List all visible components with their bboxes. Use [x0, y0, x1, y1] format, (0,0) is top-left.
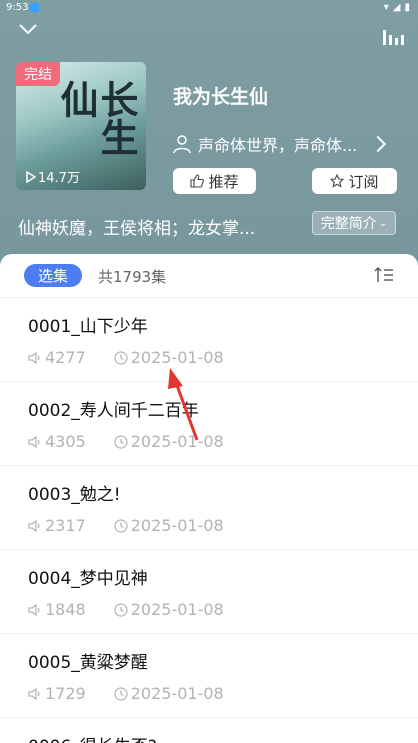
cover-play-count: 14.7万: [26, 167, 80, 186]
episode-title: 0005_黄粱梦醒: [28, 653, 148, 673]
chevron-right-icon: [376, 135, 387, 153]
status-time: 9:53: [6, 2, 29, 13]
speaker-icon: [28, 351, 40, 364]
subscribe-label: 订阅: [348, 172, 379, 191]
clock-icon: [114, 686, 128, 701]
episode-title: 0002_寿人间千二百年: [28, 401, 199, 421]
recommend-button[interactable]: 推荐: [173, 168, 256, 194]
recommend-label: 推荐: [208, 172, 239, 191]
speaker-icon: [28, 603, 40, 616]
episode-plays: 1848: [45, 600, 86, 619]
episode-date: 2025-01-08: [130, 600, 224, 619]
battery-icon: ▮: [404, 2, 410, 13]
episode-plays: 2317: [45, 516, 86, 535]
wifi-icon: ▾: [383, 2, 389, 13]
chevron-down-icon: ⌄: [378, 217, 388, 229]
episode-date: 2025-01-08: [130, 432, 224, 451]
status-bar: 9:53 ▾ ◢ ▮: [0, 0, 418, 16]
episode-tabbar: 选集 共1793集: [0, 254, 418, 298]
author-name: 声命体世界，声命体...: [198, 136, 358, 155]
book-intro: 仙神妖魔，王侯将相；龙女掌...: [18, 219, 256, 239]
episode-meta: 2317 2025-01-08: [28, 516, 224, 535]
speaker-icon: [28, 687, 40, 700]
episode-item[interactable]: 0006_得长生否?: [0, 718, 418, 743]
episode-meta: 1729 2025-01-08: [28, 684, 224, 703]
play-count: 14.7万: [38, 171, 80, 186]
episode-date: 2025-01-08: [130, 684, 224, 703]
episode-item[interactable]: 0005_黄粱梦醒 1729 2025-01-08: [0, 634, 418, 718]
episode-title: 0006_得长生否?: [28, 732, 157, 743]
book-title: 我为长生仙: [173, 86, 269, 108]
episode-date: 2025-01-08: [130, 516, 224, 535]
equalizer-icon[interactable]: [382, 28, 404, 46]
author-link[interactable]: 声命体世界，声命体...: [172, 132, 391, 156]
speaker-icon: [28, 435, 40, 448]
clock-icon: [114, 518, 128, 533]
episode-title: 0001_山下少年: [28, 317, 148, 337]
full-intro-button[interactable]: 完整简介 ⌄: [312, 211, 396, 235]
episode-meta: 1848 2025-01-08: [28, 600, 224, 619]
episode-panel: 选集 共1793集 0001_山下少年 4277 2025-01-08 0002…: [0, 254, 418, 743]
episode-item[interactable]: 0004_梦中见神 1848 2025-01-08: [0, 550, 418, 634]
tab-episodes[interactable]: 选集: [24, 264, 82, 287]
full-intro-label: 完整简介: [320, 216, 377, 232]
status-icons: ▾ ◢ ▮: [384, 2, 410, 13]
clock-icon: [114, 350, 128, 365]
episode-meta: 4277 2025-01-08: [28, 348, 224, 367]
episode-meta: 4305 2025-01-08: [28, 432, 224, 451]
chevron-down-icon[interactable]: [18, 22, 38, 36]
episode-plays: 1729: [45, 684, 86, 703]
subscribe-button[interactable]: 订阅: [312, 168, 397, 194]
thumbs-up-icon: [190, 174, 205, 188]
episode-title: 0003_勉之!: [28, 485, 121, 505]
app-notification-icon: [30, 3, 39, 12]
episode-plays: 4305: [45, 432, 86, 451]
signal-icon: ◢: [392, 2, 401, 13]
episode-item[interactable]: 0001_山下少年 4277 2025-01-08: [0, 298, 418, 382]
play-icon: [26, 170, 36, 183]
episode-title: 0004_梦中见神: [28, 569, 148, 589]
episode-item[interactable]: 0003_勉之! 2317 2025-01-08: [0, 466, 418, 550]
clock-icon: [114, 434, 128, 449]
speaker-icon: [28, 519, 40, 532]
sort-icon[interactable]: [374, 266, 394, 284]
episode-item[interactable]: 0002_寿人间千二百年 4305 2025-01-08: [0, 382, 418, 466]
star-icon: [330, 174, 345, 188]
book-cover[interactable]: 完结 长生仙 14.7万: [16, 62, 146, 190]
user-icon: [173, 135, 191, 154]
episode-total: 共1793集: [98, 268, 167, 286]
clock-icon: [114, 602, 128, 617]
episode-date: 2025-01-08: [130, 348, 224, 367]
book-header: 9:53 ▾ ◢ ▮ 完结 长生仙 14.7万 我为长生仙 声命体世界，声命体.…: [0, 0, 418, 270]
episode-plays: 4277: [45, 348, 86, 367]
